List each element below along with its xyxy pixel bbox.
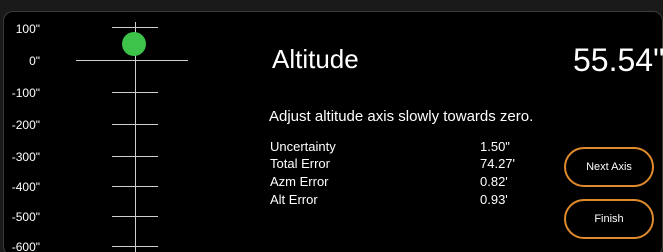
scale-label-neg200: -200": [11, 118, 40, 132]
total-error-value: 74.27': [480, 156, 516, 171]
altitude-position-indicator: [122, 32, 146, 56]
scale-label-0: 0": [29, 54, 40, 68]
scale-label-neg500: -500": [11, 210, 40, 224]
axis-value: 55.54": [573, 42, 663, 78]
azm-error-label: Azm Error: [270, 174, 329, 189]
next-axis-button[interactable]: Next Axis: [564, 147, 654, 187]
scale-label-neg100: -100": [11, 86, 40, 100]
scale-label-100: 100": [15, 22, 40, 36]
scale-zero-line: [76, 60, 188, 61]
scale-label-neg600: -600": [11, 240, 40, 252]
total-error-label: Total Error: [270, 156, 330, 171]
finish-button[interactable]: Finish: [564, 199, 654, 239]
altitude-scale: 100" 0" -100" -200" -300" -400" -500" -6…: [0, 0, 200, 252]
alt-error-value: 0.93': [480, 192, 508, 207]
scale-label-neg400: -400": [11, 180, 40, 194]
scale-tick: [112, 186, 158, 187]
scale-label-neg300: -300": [11, 150, 40, 164]
scale-tick: [112, 92, 158, 93]
alt-error-label: Alt Error: [270, 192, 318, 207]
scale-axis: [135, 22, 136, 252]
scale-tick: [112, 124, 158, 125]
axis-title: Altitude: [272, 44, 359, 74]
azm-error-value: 0.82': [480, 174, 508, 189]
scale-tick: [112, 27, 158, 28]
instruction-text: Adjust altitude axis slowly towards zero…: [269, 108, 534, 125]
scale-tick: [112, 216, 158, 217]
uncertainty-value: 1.50": [480, 139, 510, 154]
scale-tick: [112, 156, 158, 157]
scale-tick: [112, 246, 158, 247]
uncertainty-label: Uncertainty: [270, 139, 336, 154]
